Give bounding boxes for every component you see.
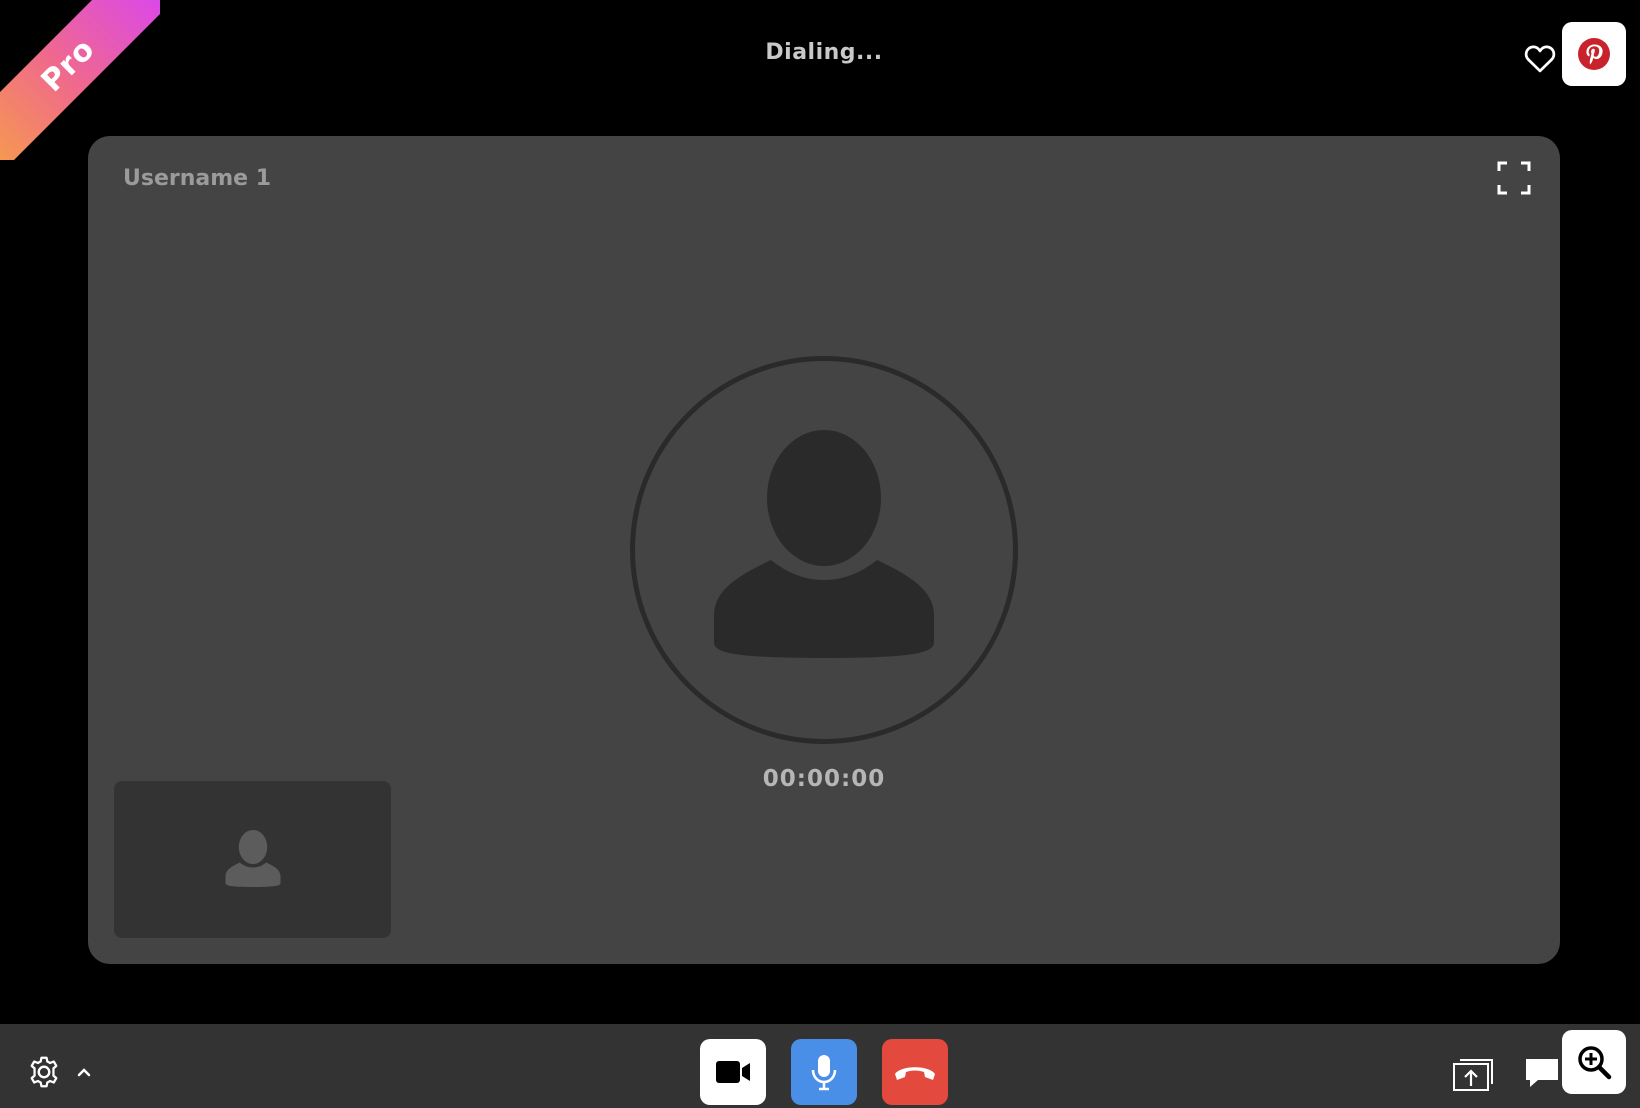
chevron-up-icon <box>77 1068 91 1077</box>
camera-toggle-button[interactable] <box>700 1039 766 1105</box>
chat-button[interactable] <box>1524 1056 1564 1096</box>
call-control-bar <box>0 1024 1640 1108</box>
chat-bubble-icon <box>1526 1059 1558 1087</box>
video-camera-icon <box>716 1061 750 1083</box>
microphone-toggle-button[interactable] <box>791 1039 857 1105</box>
fullscreen-icon <box>1497 161 1531 195</box>
hang-up-button[interactable] <box>882 1039 948 1105</box>
settings-menu-toggle[interactable] <box>74 1062 94 1082</box>
call-screen: Pro Dialing... Username 1 00:00:00 <box>0 0 1640 1108</box>
screen-share-icon <box>1453 1059 1493 1091</box>
fullscreen-button[interactable] <box>1496 160 1532 196</box>
settings-button[interactable] <box>24 1052 64 1092</box>
zoom-in-icon <box>1578 1046 1612 1080</box>
pinterest-button[interactable] <box>1562 22 1626 86</box>
call-status: Dialing... <box>765 40 883 65</box>
pro-label: Pro <box>0 0 160 160</box>
zoom-in-button[interactable] <box>1562 1030 1626 1094</box>
phone-hangup-icon <box>895 1067 935 1080</box>
remote-video-panel: Username 1 00:00:00 <box>88 136 1560 964</box>
self-video-preview[interactable] <box>114 781 391 938</box>
pro-ribbon: Pro <box>0 0 160 160</box>
user-avatar-icon <box>225 829 280 887</box>
remote-avatar <box>630 356 1018 744</box>
microphone-icon <box>811 1055 837 1091</box>
screen-share-button[interactable] <box>1452 1054 1496 1094</box>
heart-icon <box>1524 45 1556 73</box>
pinterest-icon <box>1578 38 1610 70</box>
remote-username: Username 1 <box>123 166 272 191</box>
user-avatar-icon <box>714 430 934 658</box>
gear-icon <box>30 1056 58 1088</box>
favorite-button[interactable] <box>1520 38 1560 78</box>
